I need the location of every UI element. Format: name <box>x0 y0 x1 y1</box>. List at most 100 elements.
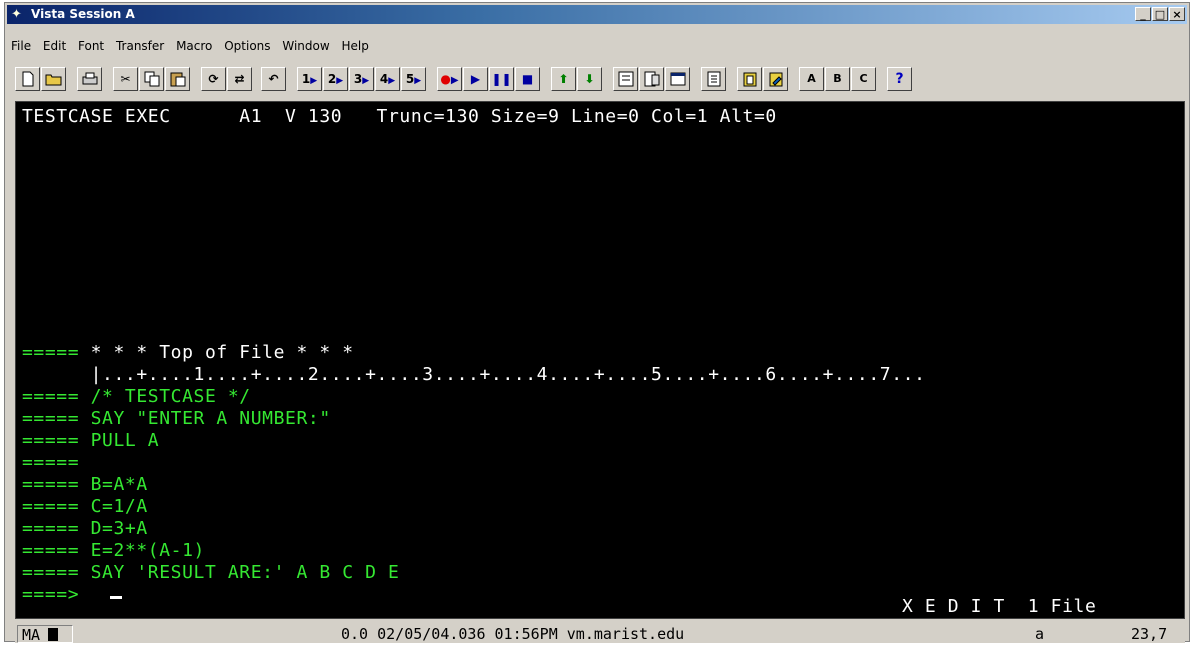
keyboard-map-icon[interactable] <box>701 67 726 91</box>
macro-b-button[interactable]: B <box>825 67 850 91</box>
line-prefix: ===== <box>22 408 80 429</box>
line-prefix: ===== <box>22 430 80 451</box>
paste-icon[interactable] <box>165 67 190 91</box>
line-text: E=2**(A-1) <box>79 540 205 561</box>
macro-a-button[interactable]: A <box>799 67 824 91</box>
macro-c-button[interactable]: C <box>851 67 876 91</box>
line-prefix: ===== <box>22 562 80 583</box>
line-text: D=3+A <box>79 518 148 539</box>
terminal-screen[interactable]: TESTCASE EXEC A1 V 130 Trunc=130 Size=9 … <box>15 101 1185 619</box>
menu-transfer[interactable]: Transfer <box>112 36 168 56</box>
status-left-field: MA <box>17 625 73 644</box>
line-prefix: ===== <box>22 386 80 407</box>
editor-line: ===== SAY "ENTER A NUMBER:" <box>22 408 331 430</box>
arrow-up-icon[interactable]: ⬆ <box>551 67 576 91</box>
line-prefix: ===== <box>22 342 80 363</box>
play-small-icon: ▶ <box>414 76 422 86</box>
macro-5-label: 5 <box>405 72 415 86</box>
print-icon[interactable] <box>77 67 102 91</box>
macro-5-button[interactable]: 5▶ <box>401 67 426 91</box>
macro-3-label: 3 <box>353 72 363 86</box>
menu-file[interactable]: File <box>7 36 35 56</box>
line-text: SAY "ENTER A NUMBER:" <box>79 408 331 429</box>
play-small-icon: ▶ <box>450 75 459 86</box>
line-prefix: ===== <box>22 452 80 473</box>
macro-1-label: 1 <box>301 72 311 86</box>
line-text: SAY 'RESULT ARE:' A B C D E <box>79 562 400 583</box>
menu-font[interactable]: Font <box>74 36 108 56</box>
macro-3-button[interactable]: 3▶ <box>349 67 374 91</box>
macro-2-label: 2 <box>327 72 337 86</box>
menu-edit[interactable]: Edit <box>39 36 70 56</box>
title-bar[interactable]: ✦ Vista Session A _ □ × <box>7 5 1187 24</box>
play-small-icon: ▶ <box>310 76 318 86</box>
app-window: ✦ Vista Session A _ □ × File Edit Font T… <box>4 2 1190 644</box>
record-dot-icon: ● <box>440 72 451 86</box>
menu-macro[interactable]: Macro <box>172 36 216 56</box>
play-small-icon: ▶ <box>336 76 344 86</box>
editor-line: ===== <box>22 452 79 474</box>
status-cursor-position: 23,7 <box>1131 625 1168 643</box>
command-prompt: ====> <box>22 584 80 605</box>
status-indicator <box>48 628 58 641</box>
line-prefix: ===== <box>22 496 80 517</box>
window-title: Vista Session A <box>31 7 135 21</box>
editor-line: ===== B=A*A <box>22 474 148 496</box>
status-left-text: MA <box>22 626 41 644</box>
stop-icon[interactable]: ■ <box>515 67 540 91</box>
properties-icon[interactable] <box>613 67 638 91</box>
status-bar: MA 0.0 02/05/04.036 01:56PM vm.marist.ed… <box>15 625 1185 644</box>
menu-options[interactable]: Options <box>220 36 274 56</box>
menu-bar: File Edit Font Transfer Macro Options Wi… <box>7 36 373 56</box>
cut-icon[interactable]: ✂ <box>113 67 138 91</box>
menu-window[interactable]: Window <box>278 36 333 56</box>
maximize-button[interactable]: □ <box>1152 7 1168 21</box>
editor-line: ===== PULL A <box>22 430 159 452</box>
pause-icon[interactable]: ❚❚ <box>489 67 514 91</box>
line-text: /* TESTCASE */ <box>79 386 251 407</box>
play-small-icon: ▶ <box>362 76 370 86</box>
macro-4-button[interactable]: 4▶ <box>375 67 400 91</box>
editor-line: ===== /* TESTCASE */ <box>22 386 251 408</box>
line-prefix: ===== <box>22 518 80 539</box>
editor-line: ===== * * * Top of File * * * <box>22 342 354 364</box>
line-prefix: ===== <box>22 474 80 495</box>
editor-line: ===== SAY 'RESULT ARE:' A B C D E <box>22 562 399 584</box>
copy-icon[interactable] <box>139 67 164 91</box>
app-icon: ✦ <box>11 7 22 22</box>
window-list-icon[interactable] <box>665 67 690 91</box>
document-icon[interactable] <box>639 67 664 91</box>
file-header-line: TESTCASE EXEC A1 V 130 Trunc=130 Size=9 … <box>22 106 777 127</box>
clipboard-icon[interactable] <box>737 67 762 91</box>
status-mode: a <box>1035 625 1045 643</box>
line-text: * * * Top of File * * * <box>79 342 354 363</box>
minimize-button[interactable]: _ <box>1135 7 1151 21</box>
macro-2-button[interactable]: 2▶ <box>323 67 348 91</box>
line-prefix <box>22 364 79 385</box>
edit-clipboard-icon[interactable] <box>763 67 788 91</box>
transfer-icon[interactable]: ⇄ <box>227 67 252 91</box>
close-button[interactable]: × <box>1169 7 1185 21</box>
editor-line: ===== D=3+A <box>22 518 148 540</box>
play-icon[interactable]: ▶ <box>463 67 488 91</box>
record-icon[interactable]: ●▶ <box>437 67 462 91</box>
line-text: C=1/A <box>79 496 148 517</box>
refresh-icon[interactable]: ⟳ <box>201 67 226 91</box>
line-prefix: ===== <box>22 540 80 561</box>
arrow-down-icon[interactable]: ⬇ <box>577 67 602 91</box>
line-text: B=A*A <box>79 474 148 495</box>
macro-1-button[interactable]: 1▶ <box>297 67 322 91</box>
scale-line: |...+....1....+....2....+....3....+....4… <box>22 364 926 386</box>
help-button[interactable]: ? <box>887 67 912 91</box>
open-folder-icon[interactable] <box>41 67 66 91</box>
editor-line: ===== E=2**(A-1) <box>22 540 205 562</box>
xedit-mode-line: X E D I T 1 File <box>902 596 1097 617</box>
editor-line: ===== C=1/A <box>22 496 148 518</box>
undo-icon[interactable]: ↶ <box>261 67 286 91</box>
line-text: PULL A <box>79 430 160 451</box>
toolbar: ✂ ⟳ ⇄ ↶ 1▶ 2▶ 3▶ 4▶ 5▶ ●▶ ▶ ❚❚ ■ ⬆ ⬇ A B… <box>11 67 1187 93</box>
menu-help[interactable]: Help <box>338 36 373 56</box>
macro-4-label: 4 <box>379 72 389 86</box>
new-file-icon[interactable] <box>15 67 40 91</box>
text-cursor <box>110 596 122 599</box>
